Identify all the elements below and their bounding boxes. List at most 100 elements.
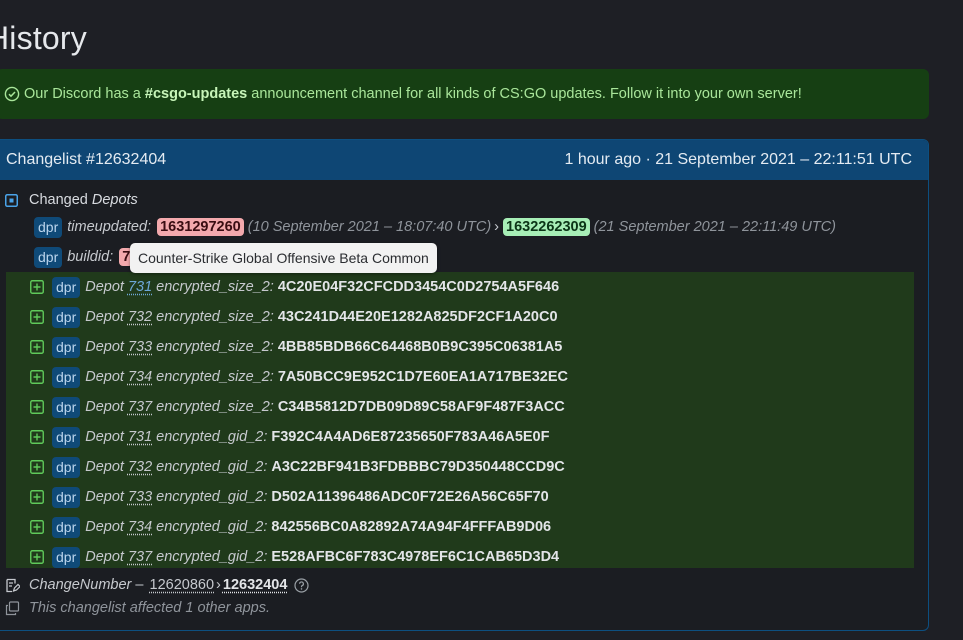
dpr-badge: dpr	[52, 396, 81, 418]
depot-word: Depot	[85, 459, 124, 475]
depot-key: encrypted_gid_2:	[156, 519, 268, 535]
dpr-badge: dpr	[34, 246, 63, 268]
added-depot-row: dpr Depot 737 encrypted_size_2: C34B5812D7DB…	[6, 392, 914, 422]
changelist-time: 1 hour ago · 21 September 2021 – 22:11:5…	[564, 151, 912, 168]
change-number-row: ChangeNumber – 12620860 › 12632404	[5, 577, 309, 593]
arrow: ›	[494, 219, 499, 235]
depot-key: encrypted_size_2:	[156, 369, 274, 385]
page-title: History	[0, 20, 87, 56]
section-label-italic: Depots	[91, 192, 138, 208]
changelist-title[interactable]: Changelist #12632404	[6, 151, 166, 169]
dpr-badge: dpr	[52, 336, 81, 358]
new-time: (21 September 2021 – 22:11:49 UTC)	[593, 219, 837, 235]
depot-key: encrypted_gid_2:	[156, 429, 268, 445]
old-value: 1631297260	[157, 218, 244, 236]
buildid-key: buildid:	[67, 249, 114, 265]
plus-square-icon	[30, 430, 44, 444]
change-number-arrow: ›	[216, 577, 221, 593]
copy-icon	[5, 600, 20, 616]
notice-channel[interactable]: #csgo-updates	[145, 86, 247, 102]
document-edit-icon	[5, 578, 20, 593]
added-depot-row: dpr Depot 734 encrypted_size_2: 7A50BCC9E952…	[6, 362, 914, 392]
added-depots-block: dpr Depot 731 encrypted_size_2: 4C20E04F32CF…	[6, 272, 914, 568]
dpr-badge: dpr	[52, 516, 81, 538]
depot-key: encrypted_gid_2:	[156, 549, 268, 565]
depot-key: encrypted_size_2:	[156, 339, 274, 355]
changelist-card: Changelist #12632404 1 hour ago · 21 Sep…	[0, 139, 929, 631]
depot-key: encrypted_gid_2:	[156, 459, 268, 475]
page: History Our Discord has a #csgo-updates …	[0, 0, 963, 640]
depot-link[interactable]: 732	[128, 309, 152, 325]
change-number-sep: –	[135, 577, 144, 593]
plus-square-icon	[30, 550, 44, 564]
added-depot-row: dpr Depot 731 encrypted_size_2: 4C20E04F32CF…	[6, 272, 914, 302]
plus-square-icon	[30, 340, 44, 354]
depot-hash-value: F392C4A4AD6E87235650F783A46A5E0F	[271, 429, 550, 445]
dpr-badge: dpr	[52, 276, 81, 298]
timeupdated-row: dpr timeupdated: 1631297260 (10 Septembe…	[34, 216, 836, 238]
old-time: (10 September 2021 – 18:07:40 UTC)	[247, 219, 492, 235]
dpr-badge: dpr	[52, 366, 81, 388]
added-depot-row: dpr Depot 737 encrypted_gid_2: E528AFBC6F783…	[6, 542, 914, 572]
depot-word: Depot	[85, 309, 124, 325]
depot-link[interactable]: 732	[128, 459, 152, 475]
depot-word: Depot	[85, 399, 124, 415]
depot-word: Depot	[85, 429, 124, 445]
plus-square-icon	[30, 490, 44, 504]
dpr-badge: dpr	[52, 426, 81, 448]
depot-word: Depot	[85, 339, 124, 355]
plus-square-icon	[30, 520, 44, 534]
timeupdated-key: timeupdated:	[67, 219, 152, 235]
depot-link[interactable]: 731	[128, 279, 152, 295]
affected-apps-row: This changelist affected 1 other apps.	[5, 600, 270, 616]
depot-key: encrypted_size_2:	[156, 399, 274, 415]
buildid-row: dpr buildid: 7	[34, 246, 137, 268]
depot-word: Depot	[85, 489, 124, 505]
plus-square-icon	[30, 370, 44, 384]
added-depot-row: dpr Depot 732 encrypted_gid_2: A3C22BF941B3F…	[6, 452, 914, 482]
new-change-number-link[interactable]: 12632404	[223, 577, 288, 593]
depot-link[interactable]: 733	[128, 339, 152, 355]
added-depot-row: dpr Depot 733 encrypted_gid_2: D502A11396486…	[6, 482, 914, 512]
discord-notice: Our Discord has a #csgo-updates announce…	[0, 69, 929, 119]
dpr-badge: dpr	[34, 216, 63, 238]
depot-link[interactable]: 734	[128, 369, 152, 385]
depot-key: encrypted_size_2:	[156, 309, 274, 325]
change-number-label: ChangeNumber	[29, 577, 132, 593]
dpr-badge: dpr	[52, 456, 81, 478]
plus-square-icon	[30, 460, 44, 474]
depot-tooltip: Counter-Strike Global Offensive Beta Com…	[130, 243, 437, 273]
depot-link[interactable]: 731	[128, 429, 152, 445]
dpr-badge: dpr	[52, 306, 81, 328]
plus-square-icon	[30, 400, 44, 414]
depot-link[interactable]: 734	[128, 519, 152, 535]
box-icon	[5, 193, 18, 207]
depot-hash-value: 4BB85BDB66C64468B0B9C395C06381A5	[277, 339, 563, 355]
help-icon[interactable]	[294, 577, 309, 593]
depot-word: Depot	[85, 369, 124, 385]
added-depot-row: dpr Depot 731 encrypted_gid_2: F392C4A4AD6E8…	[6, 422, 914, 452]
added-depot-row: dpr Depot 733 encrypted_size_2: 4BB85BDB66C6…	[6, 332, 914, 362]
depot-hash-value: D502A11396486ADC0F72E26A56C65F70	[271, 489, 549, 505]
depot-link[interactable]: 737	[128, 549, 152, 565]
depot-word: Depot	[85, 279, 124, 295]
depot-hash-value: 4C20E04F32CFCDD3454C0D2754A5F646	[277, 279, 560, 295]
depot-hash-value: 43C241D44E20E1282A825DF2CF1A20C0	[277, 309, 558, 325]
added-depot-row: dpr Depot 732 encrypted_size_2: 43C241D44E20…	[6, 302, 914, 332]
depot-hash-value: A3C22BF941B3FDBBBC79D350448CCD9C	[271, 459, 565, 475]
notice-prefix: Our Discord has a	[24, 86, 141, 102]
dpr-badge: dpr	[52, 546, 81, 568]
depot-hash-value: C34B5812D7DB09D89C58AF9F487F3ACC	[277, 399, 565, 415]
section-label: Changed	[29, 192, 88, 208]
depot-link[interactable]: 737	[128, 399, 152, 415]
depot-hash-value: 7A50BCC9E952C1D7E60EA1A717BE32EC	[277, 369, 568, 385]
check-circle-icon	[4, 86, 20, 102]
old-change-number-link[interactable]: 12620860	[150, 577, 215, 593]
plus-square-icon	[30, 310, 44, 324]
depot-hash-value: 842556BC0A82892A74A94F4FFFAB9D06	[271, 519, 552, 535]
section-changed-depots: Changed Depots	[5, 192, 138, 208]
depot-word: Depot	[85, 549, 124, 565]
depot-key: encrypted_size_2:	[156, 279, 274, 295]
depot-link[interactable]: 733	[128, 489, 152, 505]
affected-apps-text: This changelist affected 1 other apps.	[29, 600, 271, 616]
